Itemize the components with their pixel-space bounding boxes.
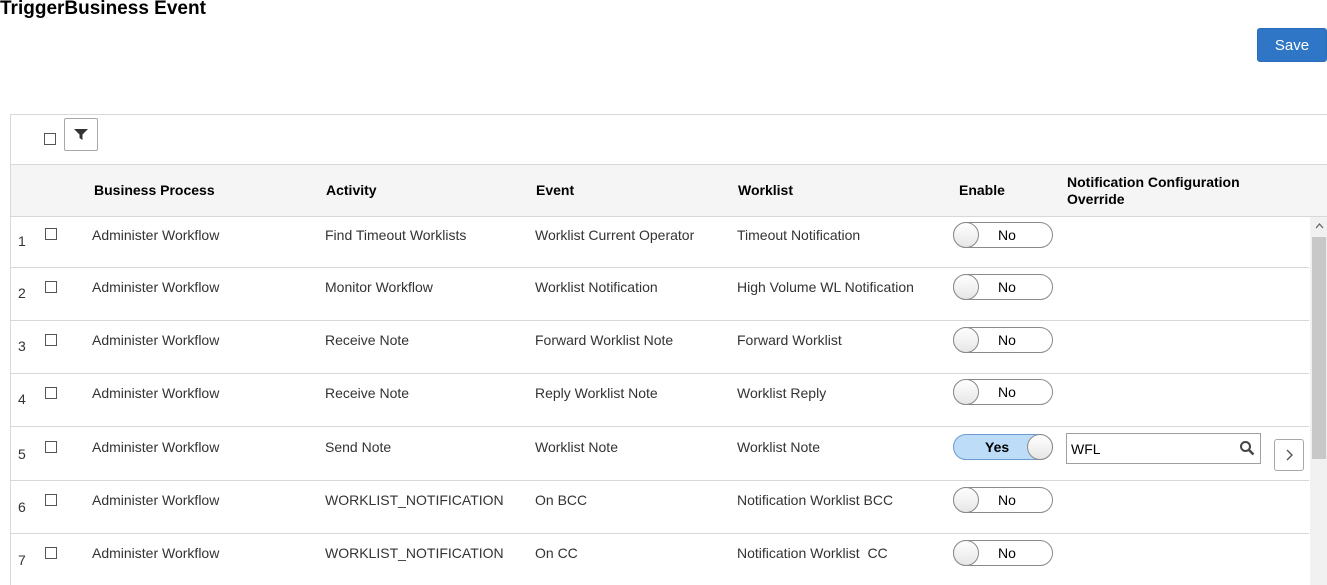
business-process-cell: Administer Workflow — [92, 439, 220, 455]
row-select-checkbox[interactable] — [45, 228, 57, 240]
event-cell: Forward Worklist Note — [535, 332, 674, 348]
row-select-checkbox[interactable] — [45, 547, 57, 559]
table-row: 4 Administer Workflow Receive Note Reply… — [11, 374, 1309, 427]
notification-override-value: WFL — [1071, 441, 1101, 457]
row-number: 3 — [18, 338, 26, 354]
select-all-checkbox[interactable] — [44, 133, 56, 145]
save-button[interactable]: Save — [1257, 28, 1327, 62]
row-select-checkbox[interactable] — [45, 281, 57, 293]
row-number: 1 — [18, 233, 26, 249]
activity-cell: Receive Note — [325, 332, 410, 348]
filter-button[interactable] — [64, 118, 98, 151]
toggle-label: No — [998, 545, 1016, 561]
enable-toggle[interactable]: No — [953, 274, 1053, 300]
column-header-notification-override[interactable]: Notification Configuration Override — [1067, 174, 1240, 208]
business-process-cell: Administer Workflow — [92, 279, 220, 295]
toggle-knob — [953, 327, 979, 353]
worklist-cell: Notification Worklist BCC — [737, 492, 894, 508]
notification-override-field[interactable]: WFL — [1066, 433, 1261, 464]
event-cell: Worklist Notification — [535, 279, 658, 295]
activity-cell: WORKLIST_NOTIFICATION — [325, 545, 504, 561]
toggle-label: No — [998, 227, 1016, 243]
grid-body: 1 Administer Workflow Find Timeout Workl… — [11, 217, 1311, 585]
page-title: TriggerBusiness Event — [0, 0, 206, 19]
worklist-cell: Worklist Reply — [737, 385, 827, 401]
business-process-cell: Administer Workflow — [92, 227, 220, 243]
event-cell: Worklist Note — [535, 439, 618, 455]
grid-header-row: Business Process Activity Event Worklist… — [11, 165, 1327, 217]
toggle-knob — [953, 487, 979, 513]
vertical-scrollbar[interactable] — [1310, 217, 1327, 585]
enable-toggle[interactable]: No — [953, 540, 1053, 566]
toggle-knob — [953, 274, 979, 300]
row-number: 7 — [18, 552, 26, 568]
scroll-up-button[interactable] — [1310, 217, 1327, 235]
column-header-activity[interactable]: Activity — [326, 182, 377, 199]
table-row: 3 Administer Workflow Receive Note Forwa… — [11, 321, 1309, 374]
event-cell: On BCC — [535, 492, 588, 508]
toggle-label: No — [998, 279, 1016, 295]
column-header-notification-line1: Notification Configuration — [1067, 174, 1240, 190]
row-select-checkbox[interactable] — [45, 387, 57, 399]
chevron-up-icon — [1315, 223, 1323, 229]
scrollbar-thumb[interactable] — [1312, 237, 1326, 459]
table-row: 1 Administer Workflow Find Timeout Workl… — [11, 217, 1309, 268]
business-process-cell: Administer Workflow — [92, 545, 220, 561]
row-number: 5 — [18, 446, 26, 462]
search-icon[interactable] — [1239, 440, 1255, 456]
filter-icon — [74, 128, 88, 140]
toggle-label: No — [998, 384, 1016, 400]
business-event-grid: Business Process Activity Event Worklist… — [10, 114, 1327, 585]
worklist-cell: Forward Worklist — [737, 332, 842, 348]
activity-cell: Receive Note — [325, 385, 410, 401]
column-header-enable[interactable]: Enable — [959, 182, 1005, 199]
toggle-knob — [953, 379, 979, 405]
row-select-checkbox[interactable] — [45, 494, 57, 506]
worklist-cell: Worklist Note — [737, 439, 820, 455]
toggle-label: Yes — [985, 439, 1010, 455]
event-cell: Worklist Current Operator — [535, 227, 695, 243]
activity-cell: Send Note — [325, 439, 392, 455]
chevron-right-icon — [1286, 449, 1293, 461]
activity-cell: Monitor Workflow — [325, 279, 433, 295]
enable-toggle[interactable]: Yes — [953, 434, 1053, 460]
column-header-business-process[interactable]: Business Process — [94, 182, 215, 199]
enable-toggle[interactable]: No — [953, 379, 1053, 405]
row-number: 2 — [18, 285, 26, 301]
column-header-event[interactable]: Event — [536, 182, 574, 199]
row-select-checkbox[interactable] — [45, 441, 57, 453]
toggle-label: No — [998, 492, 1016, 508]
column-header-notification-line2: Override — [1067, 191, 1125, 207]
table-row: 6 Administer Workflow WORKLIST_NOTIFICAT… — [11, 481, 1309, 534]
table-row: 5 Administer Workflow Send Note Worklist… — [11, 427, 1309, 481]
worklist-cell: Notification Worklist CC — [737, 545, 888, 561]
business-process-cell: Administer Workflow — [92, 385, 220, 401]
table-row: 2 Administer Workflow Monitor Workflow W… — [11, 268, 1309, 321]
toggle-knob — [953, 540, 979, 566]
enable-toggle[interactable]: No — [953, 222, 1053, 248]
row-number: 4 — [18, 391, 26, 407]
event-cell: Reply Worklist Note — [535, 385, 658, 401]
activity-cell: Find Timeout Worklists — [325, 227, 467, 243]
business-process-cell: Administer Workflow — [92, 492, 220, 508]
toggle-knob — [953, 222, 979, 248]
row-number: 6 — [18, 499, 26, 515]
event-cell: On CC — [535, 545, 578, 561]
grid-toolbar — [11, 115, 1327, 165]
enable-toggle[interactable]: No — [953, 327, 1053, 353]
column-header-worklist[interactable]: Worklist — [738, 182, 793, 199]
worklist-cell: Timeout Notification — [737, 227, 861, 243]
worklist-cell: High Volume WL Notification — [737, 279, 914, 295]
activity-cell: WORKLIST_NOTIFICATION — [325, 492, 504, 508]
table-row: 7 Administer Workflow WORKLIST_NOTIFICAT… — [11, 534, 1309, 585]
toggle-knob — [1027, 434, 1053, 460]
business-process-cell: Administer Workflow — [92, 332, 220, 348]
toggle-label: No — [998, 332, 1016, 348]
row-detail-button[interactable] — [1274, 439, 1304, 471]
enable-toggle[interactable]: No — [953, 487, 1053, 513]
row-select-checkbox[interactable] — [45, 334, 57, 346]
